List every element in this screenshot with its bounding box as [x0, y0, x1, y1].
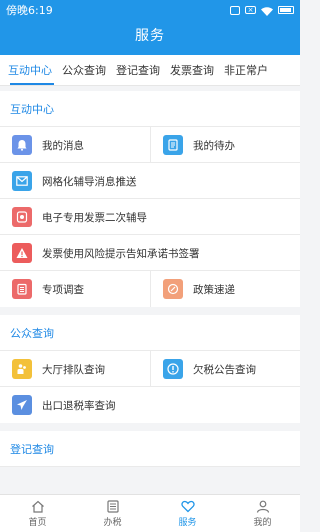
status-bar: 傍晚6:19 × [0, 0, 300, 20]
list-row: 发票使用风险提示告知承诺书签署 [0, 235, 300, 271]
my-todo-item[interactable]: 我的待办 [150, 127, 300, 163]
item-label: 电子专用发票二次辅导 [42, 211, 147, 224]
einvoice-guidance-item[interactable]: 电子专用发票二次辅导 [0, 199, 300, 235]
list-row: 出口退税率查询 [0, 387, 300, 423]
list-icon [106, 499, 119, 513]
item-label: 政策速递 [193, 283, 235, 296]
tab-bar: 互动中心 公众查询 登记查询 发票查询 非正常户 [0, 55, 300, 86]
section-public-query: 公众查询 大厅排队查询 欠税公告查询 出口退税率查询 [0, 315, 300, 423]
warning-icon [12, 243, 32, 263]
policy-express-item[interactable]: 政策速递 [150, 271, 300, 307]
nav-label: 首页 [28, 517, 47, 528]
policy-icon [163, 279, 183, 299]
tax-arrears-notice-item[interactable]: 欠税公告查询 [150, 351, 300, 387]
nfc-icon [230, 5, 240, 15]
user-icon [256, 500, 269, 513]
invoice-icon [12, 207, 32, 227]
heart-icon [180, 500, 195, 512]
clipboard-icon [12, 279, 32, 299]
section-registration-query: 登记查询 [0, 431, 300, 467]
item-label: 我的消息 [42, 139, 84, 152]
tab-interaction-center[interactable]: 互动中心 [0, 55, 57, 86]
section-title: 互动中心 [0, 91, 300, 127]
export-rebate-rate-item[interactable]: 出口退税率查询 [0, 387, 300, 423]
my-messages-item[interactable]: 我的消息 [0, 127, 150, 163]
special-survey-item[interactable]: 专项调查 [0, 271, 150, 307]
bottom-nav: 首页 办税 服务 我的 [0, 494, 300, 532]
mail-icon [12, 171, 32, 191]
nav-service[interactable]: 服务 [150, 495, 225, 532]
invoice-risk-commitment-item[interactable]: 发票使用风险提示告知承诺书签署 [0, 235, 300, 271]
item-label: 出口退税率查询 [42, 399, 116, 412]
service-list[interactable]: 互动中心 我的消息 我的待办 网格化辅导消息推送 电子专用发票二次辅导 发票使用… [0, 91, 300, 494]
status-icons: × [230, 5, 294, 16]
close-box-icon: × [245, 6, 256, 14]
nav-label: 办税 [103, 517, 122, 528]
section-title: 登记查询 [0, 431, 300, 467]
queue-icon [12, 359, 32, 379]
grid-guidance-push-item[interactable]: 网格化辅导消息推送 [0, 163, 300, 199]
nav-label: 服务 [178, 517, 197, 528]
list-row: 我的消息 我的待办 [0, 127, 300, 163]
wifi-icon [261, 6, 273, 16]
active-tab-indicator [10, 83, 54, 85]
alert-icon [163, 359, 183, 379]
hall-queue-query-item[interactable]: 大厅排队查询 [0, 351, 150, 387]
item-label: 发票使用风险提示告知承诺书签署 [42, 247, 200, 260]
list-row: 电子专用发票二次辅导 [0, 199, 300, 235]
home-icon [31, 500, 44, 513]
nav-home[interactable]: 首页 [0, 495, 75, 532]
section-title: 公众查询 [0, 315, 300, 351]
item-label: 网格化辅导消息推送 [42, 175, 137, 188]
tab-registration-query[interactable]: 登记查询 [111, 55, 165, 86]
nav-tax-handling[interactable]: 办税 [75, 495, 150, 532]
tab-abnormal-household[interactable]: 非正常户 [219, 55, 273, 86]
item-label: 专项调查 [42, 283, 84, 296]
item-label: 欠税公告查询 [193, 363, 256, 376]
page-title: 服务 [135, 28, 165, 44]
nav-label: 我的 [253, 517, 272, 528]
list-row: 大厅排队查询 欠税公告查询 [0, 351, 300, 387]
page-header: 服务 [0, 20, 300, 55]
nav-mine[interactable]: 我的 [225, 495, 300, 532]
tab-invoice-query[interactable]: 发票查询 [165, 55, 219, 86]
item-label: 大厅排队查询 [42, 363, 105, 376]
document-icon [163, 135, 183, 155]
bell-icon [12, 135, 32, 155]
status-time: 傍晚6:19 [6, 4, 53, 17]
item-label: 我的待办 [193, 139, 235, 152]
section-interaction-center: 互动中心 我的消息 我的待办 网格化辅导消息推送 电子专用发票二次辅导 发票使用… [0, 91, 300, 307]
list-row: 专项调查 政策速递 [0, 271, 300, 307]
tab-public-query[interactable]: 公众查询 [57, 55, 111, 86]
list-row: 网格化辅导消息推送 [0, 163, 300, 199]
airplane-icon [12, 395, 32, 415]
battery-icon [278, 6, 294, 14]
